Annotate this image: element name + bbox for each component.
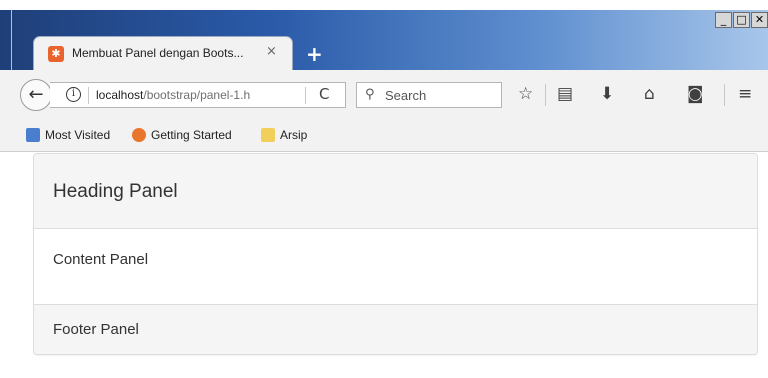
bookmarks-toolbar: Most Visited Getting Started Arsip xyxy=(0,122,768,152)
xampp-icon: ✱ xyxy=(48,46,64,62)
panel-footer-text: Footer Panel xyxy=(53,321,139,338)
reload-icon[interactable]: C xyxy=(319,85,329,103)
url-bar[interactable]: i localhost/bootstrap/panel-1.h C xyxy=(50,82,346,108)
bookmark-label: Arsip xyxy=(280,128,308,142)
toolbar-separator xyxy=(545,84,546,106)
firefox-icon xyxy=(132,128,146,142)
reload-separator xyxy=(305,87,306,104)
pocket-icon[interactable]: ◙ xyxy=(687,84,704,104)
url-text[interactable]: localhost/bootstrap/panel-1.h xyxy=(96,88,250,102)
most-visited-icon xyxy=(26,128,40,142)
tab-close-icon[interactable]: × xyxy=(266,44,277,59)
navigation-toolbar: ← i localhost/bootstrap/panel-1.h C ⚲ Se… xyxy=(0,70,768,123)
info-icon[interactable]: i xyxy=(66,87,81,102)
window-titlebar: _ □ ✕ ✱ Membuat Panel dengan Boots... × … xyxy=(0,0,768,70)
minimize-button[interactable]: _ xyxy=(715,12,732,28)
browser-tab[interactable]: ✱ Membuat Panel dengan Boots... × xyxy=(33,36,293,70)
new-tab-button[interactable]: + xyxy=(306,42,323,66)
url-host: localhost xyxy=(96,88,144,102)
url-path: /bootstrap/panel-1.h xyxy=(143,88,251,102)
url-separator xyxy=(88,87,89,104)
tab-title: Membuat Panel dengan Boots... xyxy=(72,46,244,60)
home-icon[interactable]: ⌂ xyxy=(644,84,655,104)
panel-body: Content Panel xyxy=(34,229,757,304)
bookmark-getting-started[interactable]: Getting Started xyxy=(132,128,232,142)
bookmark-most-visited[interactable]: Most Visited xyxy=(26,128,110,142)
bookmark-label: Getting Started xyxy=(151,128,232,142)
panel-footer: Footer Panel xyxy=(34,304,757,354)
back-button[interactable]: ← xyxy=(20,79,52,111)
menu-icon[interactable]: ≡ xyxy=(738,84,752,104)
toolbar-separator xyxy=(724,84,725,106)
reading-list-icon[interactable]: ▤ xyxy=(557,84,573,104)
page-content: Heading Panel Content Panel Footer Panel xyxy=(0,152,768,378)
bookmark-folder-arsip[interactable]: Arsip xyxy=(261,128,307,142)
maximize-button[interactable]: □ xyxy=(733,12,750,28)
close-button[interactable]: ✕ xyxy=(751,12,768,28)
search-icon: ⚲ xyxy=(365,87,375,102)
search-placeholder: Search xyxy=(385,88,427,103)
download-icon[interactable]: ⬇ xyxy=(600,84,614,104)
window-controls: _ □ ✕ xyxy=(715,12,768,28)
panel-heading: Heading Panel xyxy=(34,154,757,229)
panel: Heading Panel Content Panel Footer Panel xyxy=(33,153,758,355)
folder-icon xyxy=(261,128,275,142)
panel-heading-text: Heading Panel xyxy=(53,181,178,202)
bookmark-label: Most Visited xyxy=(45,128,111,142)
search-input[interactable]: ⚲ Search xyxy=(356,82,502,108)
panel-body-text: Content Panel xyxy=(53,251,149,268)
bookmark-star-icon[interactable]: ☆ xyxy=(518,84,533,104)
